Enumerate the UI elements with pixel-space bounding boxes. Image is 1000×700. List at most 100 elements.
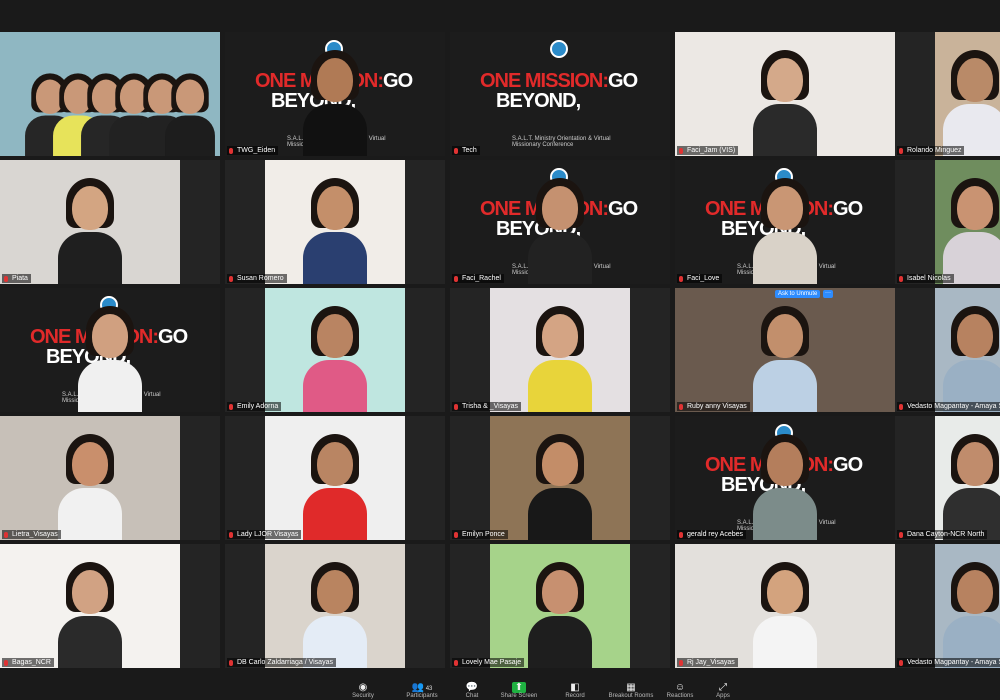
face bbox=[957, 58, 993, 102]
toolbar-button-record[interactable]: ◧ Record bbox=[546, 682, 604, 699]
participant-tile[interactable]: Vedasto Magpantay - Amaya Shipping Inc. bbox=[895, 544, 1000, 668]
participant-tile[interactable]: ONE MISSION:GOBEYOND,S.A.L.T. Ministry O… bbox=[225, 32, 445, 156]
participant-name: Trisha & _Visayas bbox=[452, 402, 522, 411]
participants-icon: 👥 bbox=[411, 682, 425, 693]
participant-tile[interactable]: Piata bbox=[0, 160, 220, 284]
video-feed bbox=[265, 544, 405, 668]
shirt bbox=[753, 616, 817, 668]
participant-person bbox=[943, 46, 1000, 156]
participant-name-text: Susan Romero bbox=[237, 275, 284, 282]
video-feed: ONE MISSION:GOBEYOND,S.A.L.T. Ministry O… bbox=[0, 288, 220, 412]
toolbar-button-apps[interactable]: ⤢ Apps bbox=[694, 682, 752, 699]
face bbox=[767, 442, 803, 486]
muted-mic-icon bbox=[899, 660, 903, 666]
participant-name: Isabel Nicolas bbox=[897, 274, 954, 283]
participant-person bbox=[303, 558, 367, 668]
participant-tile[interactable] bbox=[0, 32, 220, 156]
participant-tile[interactable]: ONE MISSION:GOBEYOND,S.A.L.T. Ministry O… bbox=[450, 32, 670, 156]
face bbox=[542, 314, 578, 358]
video-feed bbox=[675, 544, 895, 668]
participant-name-text: Vedasto Magpantay - Amaya Shipping Inc. bbox=[907, 659, 1000, 666]
participant-name: Lady LJOR Visayas bbox=[227, 530, 302, 539]
participant-tile[interactable]: Rolando Minguez bbox=[895, 32, 1000, 156]
participant-tile[interactable]: Emilyn Ponce bbox=[450, 416, 670, 540]
participant-tile[interactable]: Ruby anny Visayas Ask to Unmute ··· bbox=[675, 288, 895, 412]
video-feed bbox=[0, 32, 220, 156]
participant-name: Emily Adorna bbox=[227, 402, 282, 411]
face bbox=[957, 314, 993, 358]
muted-mic-icon bbox=[679, 660, 683, 666]
participant-person bbox=[303, 46, 367, 156]
muted-mic-icon bbox=[679, 404, 683, 410]
shirt bbox=[165, 115, 215, 156]
muted-mic-icon bbox=[229, 404, 233, 410]
participant-person bbox=[528, 302, 592, 412]
face bbox=[957, 570, 993, 614]
video-feed bbox=[675, 32, 895, 156]
participant-tile[interactable]: Lietra_Visayas bbox=[0, 416, 220, 540]
face bbox=[72, 570, 108, 614]
participant-tile[interactable]: Bagas_NCR bbox=[0, 544, 220, 668]
participant-name: TWG_Eiden bbox=[227, 146, 279, 155]
participant-name-text: gerald rey Acebes bbox=[687, 531, 744, 538]
participant-name: Rolando Minguez bbox=[897, 146, 965, 155]
participant-tile[interactable]: Emily Adorna bbox=[225, 288, 445, 412]
banner-title-line2: BEYOND, bbox=[496, 90, 581, 112]
participant-person bbox=[78, 302, 142, 412]
participant-tile[interactable]: ONE MISSION:GOBEYOND,S.A.L.T. Ministry O… bbox=[450, 160, 670, 284]
participant-name-text: Faci_Jam (VIS) bbox=[687, 147, 736, 154]
ask-to-unmute-button[interactable]: Ask to Unmute bbox=[775, 290, 821, 298]
participant-tile[interactable]: Dana Cayton-NCR North bbox=[895, 416, 1000, 540]
toolbar-button-share-screen[interactable]: ⬆ Share Screen bbox=[490, 682, 548, 699]
participant-tile[interactable]: Lovely Mae Pasaje bbox=[450, 544, 670, 668]
muted-mic-icon bbox=[4, 660, 8, 666]
toolbar-button-security[interactable]: ◉ Security bbox=[334, 682, 392, 699]
participant-person bbox=[753, 46, 817, 156]
participant-name-text: Vedasto Magpantay - Amaya Shipping Inc. bbox=[907, 403, 1000, 410]
participant-name-text: Ruby anny Visayas bbox=[687, 403, 747, 410]
participant-tile[interactable]: Rj Jay_Visayas bbox=[675, 544, 895, 668]
participant-person bbox=[528, 174, 592, 284]
shirt bbox=[528, 232, 592, 284]
participant-tile[interactable]: DB Carlo Zaldarriaga / Visayas bbox=[225, 544, 445, 668]
video-feed: ONE MISSION:GOBEYOND,S.A.L.T. Ministry O… bbox=[675, 160, 895, 284]
face bbox=[542, 570, 578, 614]
participant-tile[interactable]: Vedasto Magpantay - Amaya Shipping Inc. bbox=[895, 288, 1000, 412]
participant-person bbox=[753, 558, 817, 668]
video-feed bbox=[490, 288, 630, 412]
participant-name-text: Rj Jay_Visayas bbox=[687, 659, 735, 666]
participant-name-text: Bagas_NCR bbox=[12, 659, 51, 666]
participant-person bbox=[753, 430, 817, 540]
participant-person bbox=[943, 558, 1000, 668]
participants-count: 43 bbox=[424, 686, 433, 692]
security-icon: ◉ bbox=[358, 682, 368, 693]
breakout-rooms-icon: ▦ bbox=[626, 682, 636, 693]
participant-tile[interactable]: ONE MISSION:GOBEYOND,S.A.L.T. Ministry O… bbox=[0, 288, 220, 412]
shirt bbox=[753, 232, 817, 284]
shirt bbox=[753, 488, 817, 540]
participant-person bbox=[58, 430, 122, 540]
participant-name-text: TWG_Eiden bbox=[237, 147, 276, 154]
participant-tile[interactable]: Susan Romero bbox=[225, 160, 445, 284]
participant-tile[interactable]: Trisha & _Visayas bbox=[450, 288, 670, 412]
participant-tile[interactable]: Lady LJOR Visayas bbox=[225, 416, 445, 540]
participant-tile[interactable]: Isabel Nicolas bbox=[895, 160, 1000, 284]
video-feed bbox=[675, 288, 895, 412]
reactions-icon: ☺ bbox=[674, 682, 686, 693]
face bbox=[957, 186, 993, 230]
participant-person bbox=[753, 302, 817, 412]
face bbox=[317, 186, 353, 230]
banner-go: GO bbox=[833, 454, 863, 476]
more-options-button[interactable]: ··· bbox=[823, 290, 833, 298]
participant-tile[interactable]: ONE MISSION:GOBEYOND,S.A.L.T. Ministry O… bbox=[675, 416, 895, 540]
participant-tile[interactable]: Faci_Jam (VIS) bbox=[675, 32, 895, 156]
shirt bbox=[303, 488, 367, 540]
participant-person bbox=[58, 174, 122, 284]
muted-mic-icon bbox=[229, 532, 233, 538]
toolbar-label: Share Screen bbox=[500, 693, 538, 699]
face bbox=[957, 442, 993, 486]
face bbox=[317, 570, 353, 614]
participant-name: Tech bbox=[452, 146, 480, 155]
participant-tile[interactable]: ONE MISSION:GOBEYOND,S.A.L.T. Ministry O… bbox=[675, 160, 895, 284]
participant-name-text: Dana Cayton-NCR North bbox=[907, 531, 985, 538]
